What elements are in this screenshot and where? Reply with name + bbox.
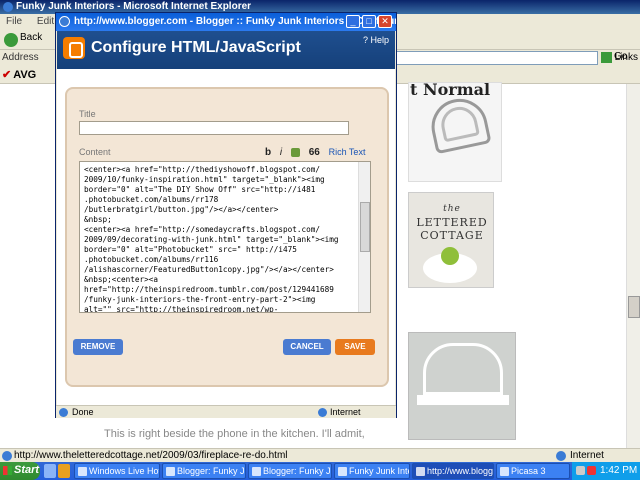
avg-check-icon: ✔	[2, 69, 12, 81]
bench-photo[interactable]	[408, 332, 516, 440]
task-label: Blogger: Funky Junk ...	[177, 466, 245, 476]
task-label: http://www.blogg...	[427, 466, 494, 476]
page-scrollbar-thumb[interactable]	[628, 296, 640, 318]
tray-network-icon[interactable]	[576, 466, 585, 475]
apple-shape	[441, 247, 459, 265]
title-input[interactable]	[79, 121, 349, 135]
task-blogger-popup[interactable]: http://www.blogg...	[412, 463, 494, 479]
widget-form-panel: Title Content b i 66 Rich Text <center><…	[65, 87, 389, 387]
start-label: Start	[14, 464, 40, 476]
logo-cottage: COTTAGE	[420, 229, 484, 242]
dialog-title: Configure HTML/JavaScript	[91, 39, 301, 56]
task-icon	[500, 467, 509, 476]
task-hotmail[interactable]: Windows Live Hotma...	[74, 463, 160, 479]
content-textarea[interactable]: <center><a href="http://thediyshowoff.bl…	[79, 161, 371, 313]
address-input[interactable]	[388, 51, 598, 65]
taskbar: Start Windows Live Hotma... Blogger: Fun…	[0, 462, 640, 480]
content-text: <center><a href="http://thediyshowoff.bl…	[84, 165, 339, 313]
back-arrow-icon	[4, 33, 18, 47]
task-icon	[416, 467, 425, 476]
blogger-header: Configure HTML/JavaScript ? Help	[57, 31, 395, 69]
task-blogger-1[interactable]: Blogger: Funky Junk ...	[162, 463, 246, 479]
back-button[interactable]: Back	[2, 32, 52, 48]
address-label: Address	[2, 52, 39, 63]
ie-icon	[59, 16, 70, 27]
status-url: http://www.theletteredcottage.net/2009/0…	[14, 450, 288, 461]
globe-icon	[318, 408, 327, 417]
blogger-logo-icon	[63, 37, 85, 59]
task-icon	[166, 467, 175, 476]
globe-icon	[556, 451, 566, 461]
bold-button[interactable]: b	[265, 147, 271, 158]
task-blogger-2[interactable]: Blogger: Funky Junk ...	[248, 463, 332, 479]
save-button[interactable]: SAVE	[335, 339, 375, 355]
quicklaunch-ie-icon[interactable]	[44, 464, 56, 478]
popup-content: Configure HTML/JavaScript ? Help Title C…	[57, 31, 395, 405]
avg-label: AVG	[13, 69, 37, 81]
content-label: Content	[79, 147, 111, 157]
windows-flag-icon	[3, 466, 12, 475]
minimize-button[interactable]: _	[346, 15, 360, 28]
blog-heading: t Normal	[410, 80, 491, 99]
popup-title-bar[interactable]: http://www.blogger.com - Blogger :: Funk…	[56, 13, 396, 31]
quote-button[interactable]: 66	[309, 147, 320, 158]
ie-status-bar: http://www.theletteredcottage.net/2009/0…	[0, 448, 640, 462]
ie-window-title: Funky Junk Interiors - Microsoft Interne…	[16, 1, 252, 12]
rich-text-link[interactable]: Rich Text	[329, 147, 366, 157]
remove-button[interactable]: REMOVE	[73, 339, 123, 355]
task-label: Windows Live Hotma...	[89, 466, 159, 476]
page-scrollbar[interactable]	[626, 84, 640, 448]
logo-lettered: LETTERED	[416, 216, 488, 229]
page-icon	[2, 451, 12, 461]
logo-the: the	[443, 204, 461, 214]
quicklaunch-media-icon[interactable]	[58, 464, 70, 478]
tray-security-icon[interactable]	[587, 466, 596, 475]
task-icon	[252, 467, 261, 476]
close-button[interactable]: ✕	[378, 15, 392, 28]
popup-status-text: Done	[72, 407, 94, 417]
content-scrollbar[interactable]	[358, 162, 370, 312]
task-funky-junk[interactable]: Funky Junk Interiors ...	[334, 463, 410, 479]
task-label: Funky Junk Interiors ...	[349, 466, 409, 476]
popup-zone-label: Internet	[330, 407, 361, 417]
task-icon	[78, 467, 87, 476]
page-icon	[59, 408, 68, 417]
configure-popup-window: http://www.blogger.com - Blogger :: Funk…	[55, 12, 397, 418]
internet-zone: Internet	[556, 450, 604, 461]
title-label: Title	[79, 109, 96, 119]
zone-label: Internet	[570, 450, 604, 461]
lettered-cottage-photo[interactable]: the LETTERED COTTAGE	[408, 192, 494, 288]
image-icon[interactable]	[290, 147, 300, 157]
maximize-button[interactable]: □	[362, 15, 376, 28]
blog-body-text: This is right beside the phone in the ki…	[104, 428, 365, 440]
italic-button[interactable]: i	[280, 147, 282, 158]
links-button[interactable]: Links	[615, 52, 638, 63]
task-picasa[interactable]: Picasa 3	[496, 463, 570, 479]
lettered-cottage-logo: the LETTERED COTTAGE	[409, 203, 495, 242]
menu-file[interactable]: File	[0, 14, 28, 29]
avg-button[interactable]: ✔ AVG	[2, 68, 36, 81]
bench-back-shape	[423, 343, 503, 395]
popup-status-bar: Done Internet	[56, 405, 396, 418]
system-tray: 1:42 PM	[572, 462, 640, 480]
bench-seat-shape	[417, 395, 509, 405]
back-label: Back	[20, 32, 43, 43]
editor-toolbar: b i 66 Rich Text	[265, 147, 365, 158]
clock: 1:42 PM	[600, 465, 638, 476]
cancel-button[interactable]: CANCEL	[283, 339, 331, 355]
start-button[interactable]: Start	[0, 462, 40, 480]
ie-icon	[3, 2, 13, 12]
task-label: Picasa 3	[511, 466, 546, 476]
task-label: Blogger: Funky Junk ...	[263, 466, 331, 476]
go-arrow-icon	[601, 52, 612, 63]
task-icon	[338, 467, 347, 476]
help-link[interactable]: ? Help	[363, 35, 389, 45]
popup-internet-zone: Internet	[318, 407, 361, 417]
content-scrollbar-thumb[interactable]	[360, 202, 370, 252]
